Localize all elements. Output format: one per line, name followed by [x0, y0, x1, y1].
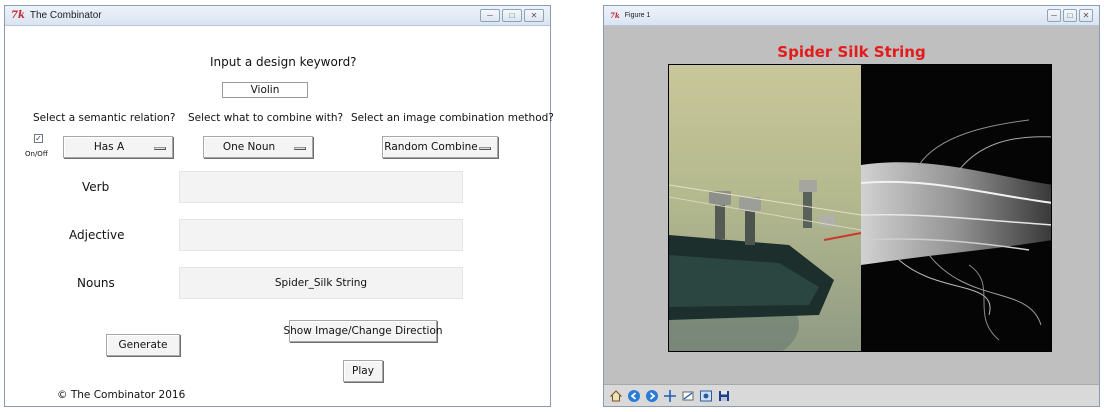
- minimize-icon[interactable]: ─: [480, 9, 500, 22]
- nouns-field[interactable]: Spider_Silk String: [179, 267, 463, 299]
- figure-window-title: Figure 1: [624, 12, 651, 19]
- violin-photo-half: [669, 65, 862, 351]
- nouns-label: Nouns: [77, 276, 115, 290]
- figure-window-controls: ─ □ ✕: [1047, 9, 1093, 22]
- combinator-window-title: The Combinator: [29, 10, 102, 21]
- combination-method-select[interactable]: Random Combine: [382, 136, 498, 158]
- option-menu-indicator-icon: [154, 147, 166, 150]
- close-icon[interactable]: ✕: [1079, 9, 1093, 22]
- close-icon[interactable]: ✕: [524, 9, 544, 22]
- combinator-titlebar[interactable]: 7k The Combinator ─ □ ✕: [5, 6, 550, 26]
- semantic-relation-value: Has A: [93, 141, 125, 153]
- pan-icon[interactable]: [662, 388, 678, 404]
- combine-with-value: One Noun: [222, 141, 276, 153]
- keyword-prompt: Input a design keyword?: [210, 55, 357, 69]
- generate-button[interactable]: Generate: [106, 334, 180, 356]
- keyword-input[interactable]: Violin: [222, 82, 308, 98]
- combination-method-value: Random Combine: [384, 141, 478, 153]
- combinator-body: Input a design keyword? Violin Select a …: [5, 26, 554, 406]
- zoom-icon[interactable]: [680, 388, 696, 404]
- forward-icon[interactable]: [644, 388, 660, 404]
- adjective-field[interactable]: [179, 219, 463, 251]
- combined-image: [668, 64, 1052, 352]
- onoff-checkbox[interactable]: ✓: [34, 134, 43, 143]
- combinator-window: 7k The Combinator ─ □ ✕ Input a design k…: [4, 5, 554, 407]
- verb-field[interactable]: [179, 171, 463, 203]
- minimize-icon[interactable]: ─: [1047, 9, 1061, 22]
- onoff-label: On/Off: [25, 150, 48, 158]
- adjective-label: Adjective: [69, 228, 125, 242]
- play-button[interactable]: Play: [343, 360, 383, 382]
- save-icon[interactable]: [716, 388, 732, 404]
- option-menu-indicator-icon: [294, 147, 306, 150]
- combine-with-prompt: Select what to combine with?: [188, 112, 344, 124]
- combinator-window-controls: ─ □ ✕: [480, 9, 544, 22]
- figure-toolbar: [604, 384, 1099, 406]
- figure-window: 7k Figure 1 ─ □ ✕ Spider Silk String: [603, 5, 1100, 407]
- tk-logo-icon: 7k: [610, 11, 620, 20]
- back-icon[interactable]: [626, 388, 642, 404]
- tk-logo-icon: 7k: [11, 10, 25, 21]
- figure-titlebar[interactable]: 7k Figure 1 ─ □ ✕: [604, 6, 1099, 26]
- show-image-button[interactable]: Show Image/Change Direction: [283, 320, 443, 342]
- spider-silk-photo-half: [860, 65, 1051, 351]
- plot-title: Spider Silk String: [777, 43, 926, 61]
- option-menu-indicator-icon: [479, 147, 491, 150]
- semantic-relation-prompt: Select a semantic relation?: [33, 112, 176, 124]
- combination-method-prompt: Select an image combination method?: [351, 112, 554, 124]
- figure-canvas: Spider Silk String: [604, 26, 1099, 406]
- combine-with-select[interactable]: One Noun: [203, 136, 313, 158]
- maximize-icon[interactable]: □: [1063, 9, 1077, 22]
- semantic-relation-select[interactable]: Has A: [63, 136, 173, 158]
- home-icon[interactable]: [608, 388, 624, 404]
- verb-label: Verb: [82, 180, 110, 194]
- configure-icon[interactable]: [698, 388, 714, 404]
- copyright-text: © The Combinator 2016: [57, 389, 186, 401]
- maximize-icon[interactable]: □: [502, 9, 522, 22]
- combined-image-svg: [669, 65, 1051, 351]
